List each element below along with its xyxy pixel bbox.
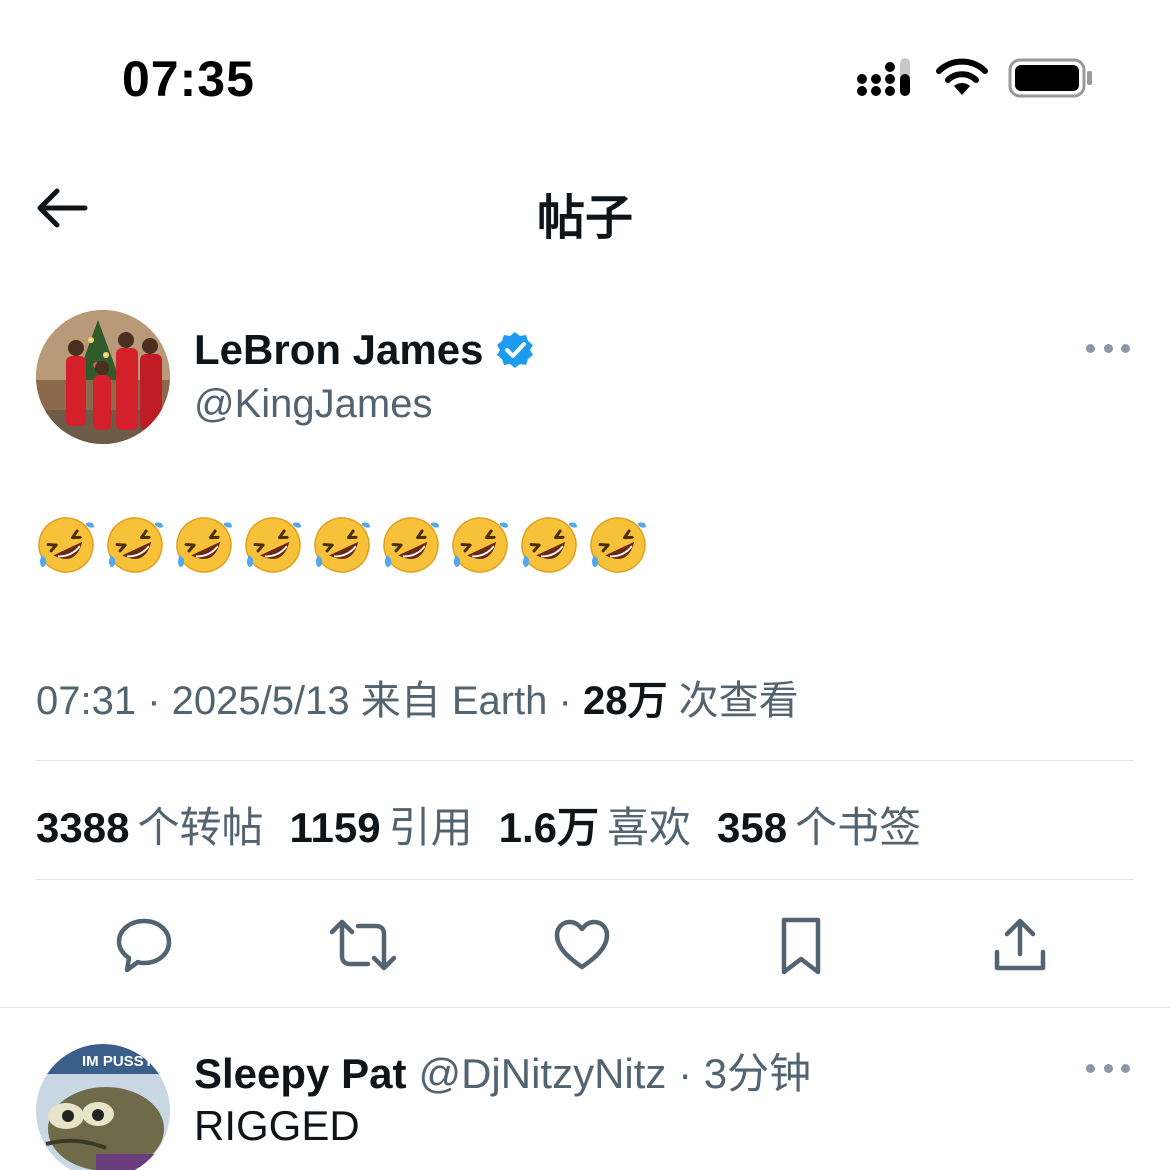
quotes-label: 引用 xyxy=(388,804,473,851)
bookmark-button[interactable] xyxy=(766,910,836,980)
page-title: 帖子 xyxy=(536,192,633,245)
more-dot-icon xyxy=(1121,343,1130,353)
more-options-button[interactable] xyxy=(1086,338,1130,358)
battery-icon xyxy=(1008,58,1092,98)
divider xyxy=(36,879,1134,880)
bookmark-icon xyxy=(781,917,821,975)
reply-header: Sleepy Pat @DjNitzyNitz · 3分钟 xyxy=(194,1040,811,1101)
bookmarks-label: 个书签 xyxy=(795,804,922,851)
laughing-emoji-icon xyxy=(452,517,508,573)
tweet-timestamp: 07:31 · 2025/5/13 来自 Earth · xyxy=(36,679,583,723)
reply-more-options-button[interactable] xyxy=(1086,1058,1130,1078)
views-label: 次查看 xyxy=(667,679,799,723)
more-dot-icon xyxy=(1086,1063,1095,1073)
more-dot-icon xyxy=(1103,343,1113,353)
quotes-stat[interactable]: 1159 引用 xyxy=(289,794,472,855)
author-name: LeBron James xyxy=(194,326,484,373)
likes-label: 喜欢 xyxy=(606,804,691,851)
bookmarks-count: 358 xyxy=(717,804,788,851)
laughing-emoji-icon xyxy=(521,517,577,573)
tweet-meta: 07:31 · 2025/5/13 来自 Earth · 28万 次查看 xyxy=(36,668,799,726)
retweet-button[interactable] xyxy=(328,910,398,980)
author-avatar-photo xyxy=(36,310,170,444)
emoji-row xyxy=(36,515,1136,575)
share-button[interactable] xyxy=(985,910,1055,980)
tweet-author: LeBron James @KingJames xyxy=(0,308,1170,448)
like-button[interactable] xyxy=(547,910,617,980)
verified-badge-icon xyxy=(497,332,534,368)
retweets-stat[interactable]: 3388 个转帖 xyxy=(36,794,263,855)
reply-button[interactable] xyxy=(109,910,179,980)
retweets-count: 3388 xyxy=(36,804,130,851)
more-dot-icon xyxy=(1086,343,1095,353)
top-nav: 帖子 xyxy=(0,150,1170,270)
tweet-actions xyxy=(0,910,1170,980)
tweet-stats: 3388 个转帖 1159 引用 1.6万 喜欢 358 个书签 xyxy=(36,794,921,855)
laughing-emoji-icon xyxy=(383,517,439,573)
likes-stat[interactable]: 1.6万 喜欢 xyxy=(499,794,691,855)
laughing-emoji-icon xyxy=(107,517,163,573)
divider xyxy=(36,760,1134,761)
wifi-icon xyxy=(936,58,988,95)
status-bar: 07:35 xyxy=(0,0,1170,140)
reply-avatar-text: IM PUSSY xyxy=(82,1053,154,1070)
divider xyxy=(0,1007,1170,1008)
quotes-count: 1159 xyxy=(289,804,381,851)
author-avatar[interactable] xyxy=(36,310,170,444)
laughing-emoji-icon xyxy=(590,517,646,573)
bookmarks-stat[interactable]: 358 个书签 xyxy=(717,794,921,855)
author-name-row[interactable]: LeBron James xyxy=(194,326,535,374)
author-handle[interactable]: @KingJames xyxy=(194,382,432,427)
laughing-emoji-icon xyxy=(314,517,370,573)
cellular-signal-icon xyxy=(857,58,910,96)
likes-count: 1.6万 xyxy=(498,804,599,851)
tweet-text xyxy=(36,515,1136,585)
reply-icon xyxy=(116,918,172,973)
reply-text: RIGGED xyxy=(194,1102,360,1149)
retweets-label: 个转帖 xyxy=(137,804,264,851)
laughing-emoji-icon xyxy=(245,517,301,573)
like-icon xyxy=(554,919,610,970)
reply-item[interactable]: IM PUSSY Sleepy Pat @DjNitzyNitz · 3分钟 RI… xyxy=(0,1040,1170,1170)
status-time: 07:35 xyxy=(122,51,255,107)
more-dot-icon xyxy=(1103,1063,1113,1073)
more-dot-icon xyxy=(1121,1063,1130,1073)
laughing-emoji-icon xyxy=(38,517,94,573)
reply-avatar-image: IM PUSSY xyxy=(36,1044,170,1170)
reply-avatar[interactable]: IM PUSSY xyxy=(36,1044,170,1170)
retweet-icon xyxy=(329,919,397,971)
reply-author-handle[interactable]: @DjNitzyNitz · 3分钟 xyxy=(418,1050,811,1097)
views-count: 28万 xyxy=(582,679,668,723)
share-icon xyxy=(994,918,1046,971)
laughing-emoji-icon xyxy=(176,517,232,573)
reply-author-name[interactable]: Sleepy Pat xyxy=(194,1050,406,1097)
